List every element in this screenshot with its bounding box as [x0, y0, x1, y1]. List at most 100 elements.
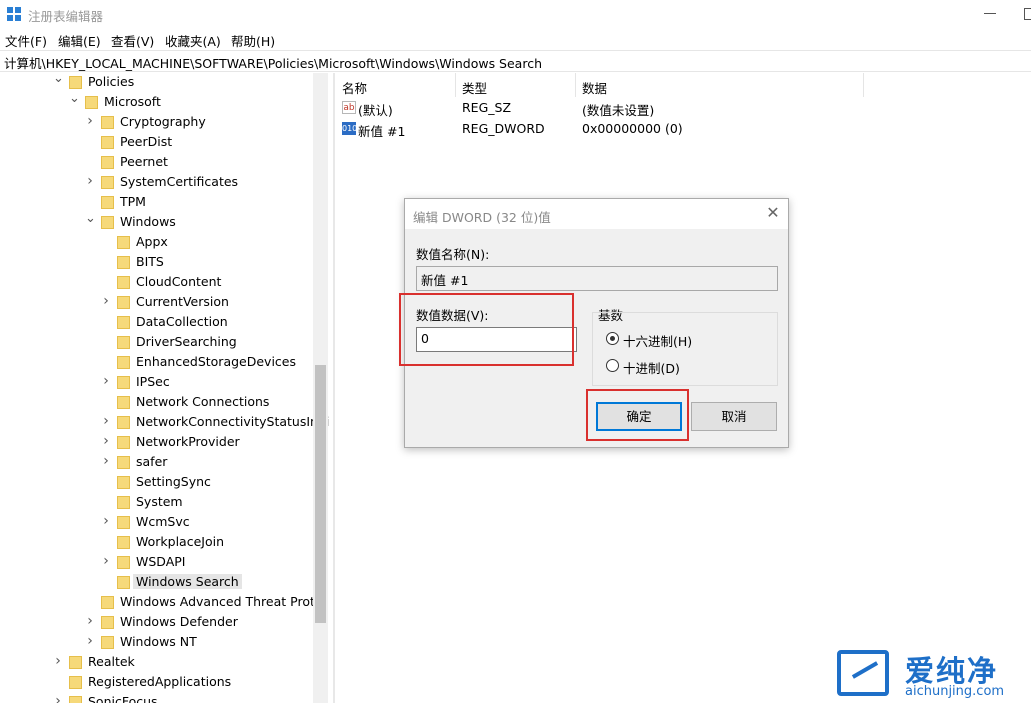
tree-item[interactable]: System [0, 493, 313, 513]
tree-item[interactable]: › WSDAPI [0, 553, 313, 573]
value-data: 0x00000000 (0) [582, 121, 683, 136]
tree-item[interactable]: WorkplaceJoin [0, 533, 313, 553]
menu-file[interactable]: 文件(F) [5, 31, 47, 50]
value-type: REG_SZ [462, 100, 512, 115]
value-type: REG_DWORD [462, 121, 545, 136]
dialog-title-bar: 编辑 DWORD (32 位)值 ✕ [405, 199, 788, 229]
tree-item[interactable]: › SystemCertificates [0, 173, 313, 193]
tree-item[interactable]: CloudContent [0, 273, 313, 293]
folder-icon [117, 276, 130, 289]
tree-item[interactable]: Peernet [0, 153, 313, 173]
menu-edit[interactable]: 编辑(E) [58, 31, 101, 50]
tree-item[interactable]: DataCollection [0, 313, 313, 333]
tree-item-label: DriverSearching [136, 334, 237, 349]
chevron-right-icon[interactable]: › [85, 614, 95, 628]
chevron-right-icon[interactable]: › [85, 114, 95, 128]
tree-item[interactable]: RegisteredApplications [0, 673, 313, 693]
chevron-right-icon[interactable]: › [101, 554, 111, 568]
menu-help[interactable]: 帮助(H) [231, 31, 275, 50]
column-header-type[interactable]: 类型 [456, 73, 576, 97]
radio-hex-button[interactable] [606, 332, 619, 345]
tree-item-label: SettingSync [136, 474, 211, 489]
chevron-right-icon[interactable]: › [53, 654, 63, 668]
folder-icon [117, 356, 130, 369]
tree-item-label: System [136, 494, 183, 509]
tree-item[interactable]: › NetworkProvider [0, 433, 313, 453]
chevron-right-icon[interactable]: › [101, 434, 111, 448]
tree-item-label: CurrentVersion [136, 294, 229, 309]
folder-icon [101, 196, 114, 209]
menu-favorites[interactable]: 收藏夹(A) [165, 31, 221, 50]
chevron-right-icon[interactable]: › [85, 174, 95, 188]
folder-icon [69, 76, 82, 89]
folder-icon [117, 236, 130, 249]
pane-splitter[interactable] [333, 73, 335, 703]
tree-item[interactable]: PeerDist [0, 133, 313, 153]
tree-item[interactable]: › IPSec [0, 373, 313, 393]
chevron-right-icon[interactable]: › [53, 694, 63, 703]
radio-decimal-button[interactable] [606, 359, 619, 372]
column-header-name[interactable]: 名称 [336, 73, 456, 97]
tree-item[interactable]: ⌄ Microsoft [0, 92, 313, 113]
tree-item[interactable]: Network Connections [0, 393, 313, 413]
tree-item-label: Realtek [88, 654, 135, 669]
dialog-title: 编辑 DWORD (32 位)值 [413, 210, 551, 225]
folder-icon [117, 416, 130, 429]
address-bar[interactable]: 计算机\HKEY_LOCAL_MACHINE\SOFTWARE\Policies… [0, 50, 1031, 72]
folder-icon [117, 516, 130, 529]
folder-icon [117, 376, 130, 389]
tree-item[interactable]: › Cryptography [0, 113, 313, 133]
tree-item[interactable]: ⌄ Policies [0, 73, 313, 93]
cancel-button[interactable]: 取消 [691, 402, 777, 431]
tree-item-label: Windows Advanced Threat Prote [120, 594, 323, 609]
tree-scrollbar-thumb[interactable] [315, 365, 326, 623]
tree-item[interactable]: › NetworkConnectivityStatusIndi [0, 413, 329, 433]
tree-item[interactable]: › SonicFocus [0, 693, 313, 703]
tree-item-label: Microsoft [104, 94, 161, 109]
maximize-icon[interactable] [1024, 8, 1031, 20]
chevron-right-icon[interactable]: › [101, 454, 111, 468]
tree-item[interactable]: › Windows Defender [0, 613, 313, 633]
folder-icon [101, 616, 114, 629]
tree-item[interactable]: ⌄ Windows [0, 212, 313, 233]
tree-item[interactable]: › CurrentVersion [0, 293, 313, 313]
registry-tree: › SonicFocus RegisteredApplications › Realte… [0, 73, 330, 703]
chevron-right-icon[interactable]: › [85, 634, 95, 648]
folder-icon [117, 576, 130, 589]
tree-item-label: SystemCertificates [120, 174, 239, 189]
tree-item-label: Policies [88, 74, 135, 89]
folder-icon [101, 116, 114, 129]
tree-item[interactable]: TPM [0, 193, 313, 213]
chevron-down-icon[interactable]: ⌄ [69, 92, 80, 105]
column-header-data[interactable]: 数据 [576, 73, 864, 97]
close-icon[interactable]: ✕ [765, 205, 781, 221]
tree-item[interactable]: Appx [0, 233, 313, 253]
folder-icon [117, 476, 130, 489]
menu-view[interactable]: 查看(V) [111, 31, 154, 50]
folder-icon [69, 676, 82, 689]
chevron-right-icon[interactable]: › [101, 514, 111, 528]
tree-item[interactable]: Windows Advanced Threat Prote [0, 593, 323, 613]
minimize-icon[interactable] [984, 13, 996, 14]
chevron-down-icon[interactable]: ⌄ [85, 212, 96, 225]
tree-item[interactable]: › safer [0, 453, 313, 473]
chevron-right-icon[interactable]: › [101, 414, 111, 428]
binary-value-icon: 010 [342, 122, 358, 135]
tree-item[interactable]: › WcmSvc [0, 513, 313, 533]
tree-item[interactable]: BITS [0, 253, 313, 273]
tree-item[interactable]: Windows Search [0, 573, 313, 593]
radio-decimal-label: 十进制(D) [623, 361, 680, 376]
chevron-down-icon[interactable]: ⌄ [53, 73, 64, 85]
chevron-right-icon[interactable]: › [101, 374, 111, 388]
tree-item-label: NetworkProvider [136, 434, 240, 449]
tree-item[interactable]: › Realtek [0, 653, 313, 673]
chevron-right-icon[interactable]: › [101, 294, 111, 308]
title-bar: 注册表编辑器 [0, 0, 1031, 28]
ok-highlight-box [586, 389, 689, 441]
tree-item[interactable]: SettingSync [0, 473, 313, 493]
folder-icon [69, 696, 82, 703]
tree-item-label: Windows [120, 214, 176, 229]
tree-item[interactable]: EnhancedStorageDevices [0, 353, 313, 373]
tree-item[interactable]: › Windows NT [0, 633, 313, 653]
tree-item[interactable]: DriverSearching [0, 333, 313, 353]
